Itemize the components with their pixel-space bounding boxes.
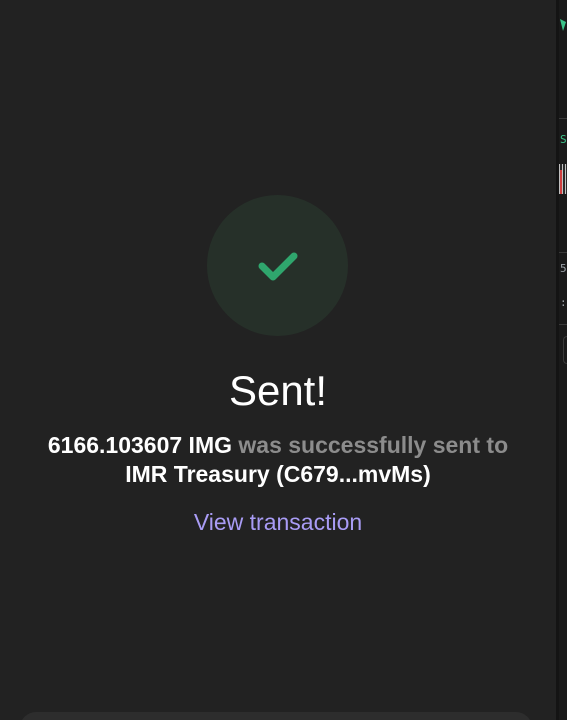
logo-fragment-icon bbox=[560, 19, 566, 31]
recipient-name: IMR Treasury (C679...mvMs) bbox=[125, 461, 431, 487]
strip-text-time2: :5 bbox=[560, 296, 567, 309]
success-message: 6166.103607 IMG was successfully sent to… bbox=[0, 431, 556, 489]
strip-text-time: 5: bbox=[560, 262, 567, 275]
status-title: Sent! bbox=[228, 367, 328, 414]
success-badge bbox=[207, 195, 348, 336]
strip-chart-red bbox=[560, 170, 562, 194]
strip-divider bbox=[559, 324, 567, 325]
message-connector: was successfully sent to bbox=[232, 432, 509, 458]
bottom-sheet-handle[interactable] bbox=[20, 712, 532, 720]
strip-control bbox=[563, 336, 567, 364]
transaction-success-panel: Sent! 6166.103607 IMG was successfully s… bbox=[0, 0, 556, 720]
strip-divider bbox=[559, 118, 567, 119]
background-window-strip: S 5: :5 bbox=[559, 0, 567, 720]
screen: Sent! 6166.103607 IMG was successfully s… bbox=[0, 0, 567, 720]
strip-divider bbox=[559, 252, 567, 253]
checkmark-icon bbox=[258, 252, 297, 280]
sent-amount: 6166.103607 IMG bbox=[47, 432, 232, 458]
view-transaction-link[interactable]: View transaction bbox=[0, 507, 556, 537]
strip-text-s: S bbox=[560, 133, 567, 146]
